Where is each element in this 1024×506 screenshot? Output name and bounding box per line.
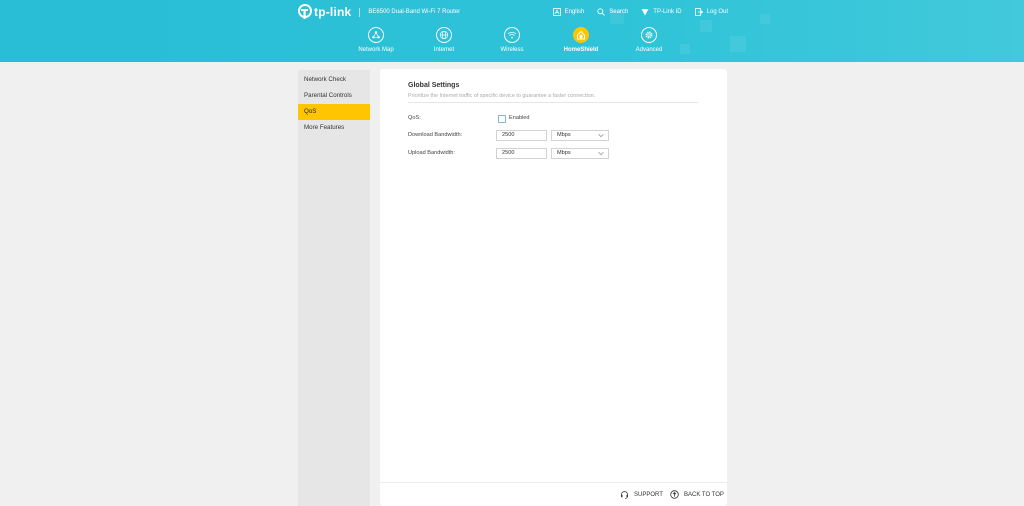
- support-link[interactable]: SUPPORT: [620, 490, 663, 499]
- nav-internet[interactable]: Internet: [409, 27, 479, 53]
- gear-icon: [641, 27, 657, 43]
- tplink-id-link[interactable]: TP-Link ID: [641, 8, 682, 16]
- chevron-down-icon: [598, 133, 604, 138]
- footer-divider: [380, 482, 727, 483]
- search-icon: [597, 8, 606, 16]
- headset-icon: [621, 491, 628, 499]
- back-to-top-label: BACK TO TOP: [684, 491, 724, 498]
- qos-enabled-label[interactable]: Enabled: [509, 115, 530, 121]
- section-divider: [408, 102, 698, 103]
- nav-wireless-label: Wireless: [500, 47, 524, 53]
- upload-unit-select[interactable]: Mbps: [551, 148, 609, 159]
- section-title: Global Settings: [408, 82, 460, 89]
- nav-network-map[interactable]: Network Map: [341, 27, 411, 53]
- chevron-down-icon: [598, 151, 604, 156]
- nav-advanced[interactable]: Advanced: [614, 27, 684, 53]
- logout-link[interactable]: Log Out: [694, 8, 728, 16]
- logout-label: Log Out: [706, 9, 728, 15]
- tplink-logo[interactable]: tp-link: [298, 4, 351, 20]
- language-label: English: [564, 9, 585, 15]
- nav-homeshield-label: HomeShield: [563, 47, 599, 53]
- sidebar-item-network-check[interactable]: Network Check: [298, 72, 370, 88]
- nav-internet-label: Internet: [433, 47, 455, 53]
- logout-icon: [694, 8, 703, 16]
- upload-bandwidth-input[interactable]: 2500: [496, 148, 547, 159]
- sidebar: Network Check Parental Controls QoS More…: [298, 70, 370, 506]
- support-label: SUPPORT: [634, 491, 663, 498]
- brand-name: tp-link: [314, 5, 352, 19]
- network-map-icon: [368, 27, 384, 43]
- nav-wireless[interactable]: Wireless: [477, 27, 547, 53]
- nav-homeshield[interactable]: HomeShield: [546, 27, 616, 53]
- sidebar-item-more-features[interactable]: More Features: [298, 120, 370, 136]
- search-link[interactable]: Search: [597, 8, 628, 16]
- download-bandwidth-input[interactable]: 2500: [496, 130, 547, 141]
- tplink-id-label: TP-Link ID: [653, 9, 682, 15]
- qos-enabled-checkbox[interactable]: [498, 115, 506, 123]
- tplink-id-icon: [641, 9, 649, 16]
- language-link[interactable]: English: [552, 8, 585, 16]
- section-description: Prioritize the Internet traffic of speci…: [408, 93, 596, 99]
- nav-network-map-label: Network Map: [358, 47, 394, 53]
- download-unit-select[interactable]: Mbps: [551, 130, 609, 141]
- download-unit-value: Mbps: [557, 132, 571, 138]
- top-links: English Search TP-Link ID Log Out: [540, 8, 728, 16]
- arrow-up-circle-icon: [670, 490, 679, 499]
- sidebar-item-parental-controls[interactable]: Parental Controls: [298, 88, 370, 104]
- main-nav: Network Map Internet Wireless HomeShield…: [0, 27, 1024, 61]
- download-bandwidth-label: Download Bandwidth:: [408, 132, 463, 138]
- search-label: Search: [609, 9, 629, 15]
- main-panel: Global Settings Prioritize the Internet …: [380, 69, 727, 506]
- tplink-logo-icon: [298, 4, 312, 19]
- top-header: tp-link BE6500 Dual-Band Wi-Fi 7 Router …: [0, 0, 1024, 62]
- brand-divider: [359, 7, 361, 17]
- router-model: BE6500 Dual-Band Wi-Fi 7 Router: [368, 9, 461, 15]
- upload-unit-value: Mbps: [557, 150, 571, 156]
- wifi-icon: [504, 27, 520, 43]
- globe-icon: [436, 27, 452, 43]
- brand: tp-link BE6500 Dual-Band Wi-Fi 7 Router: [298, 4, 460, 20]
- upload-bandwidth-label: Upload Bandwidth:: [408, 150, 455, 156]
- sidebar-item-qos[interactable]: QoS: [298, 104, 370, 120]
- qos-label: QoS:: [408, 115, 421, 121]
- homeshield-icon: [573, 27, 589, 43]
- language-icon: [552, 8, 561, 16]
- nav-advanced-label: Advanced: [635, 47, 663, 53]
- back-to-top-link[interactable]: BACK TO TOP: [670, 490, 724, 499]
